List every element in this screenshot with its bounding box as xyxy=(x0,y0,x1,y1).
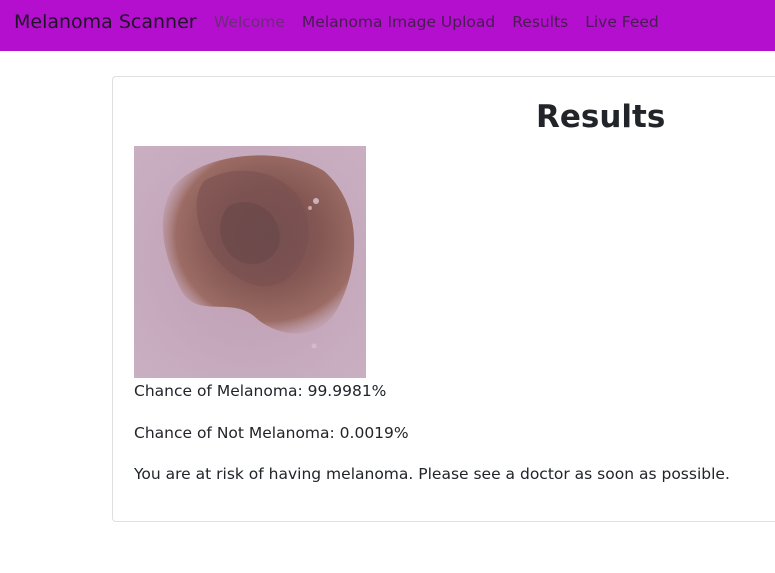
results-card: Results Chance of Melanoma: 99.9981% Cha… xyxy=(112,76,775,522)
navbar: Melanoma Scanner Welcome Melanoma Image … xyxy=(0,0,775,51)
chance-not-melanoma-text: Chance of Not Melanoma: 0.0019% xyxy=(134,424,409,442)
chance-melanoma-text: Chance of Melanoma: 99.9981% xyxy=(134,382,387,400)
nav-links: Welcome Melanoma Image Upload Results Li… xyxy=(214,13,676,31)
nav-link-results[interactable]: Results xyxy=(512,13,568,31)
risk-advice-text: You are at risk of having melanoma. Plea… xyxy=(134,465,730,483)
page-title: Results xyxy=(536,99,666,135)
nav-link-welcome[interactable]: Welcome xyxy=(214,13,285,31)
skin-lesion-image xyxy=(134,146,366,378)
brand-link[interactable]: Melanoma Scanner xyxy=(14,11,197,33)
nav-link-upload[interactable]: Melanoma Image Upload xyxy=(302,13,495,31)
nav-link-live-feed[interactable]: Live Feed xyxy=(585,13,659,31)
